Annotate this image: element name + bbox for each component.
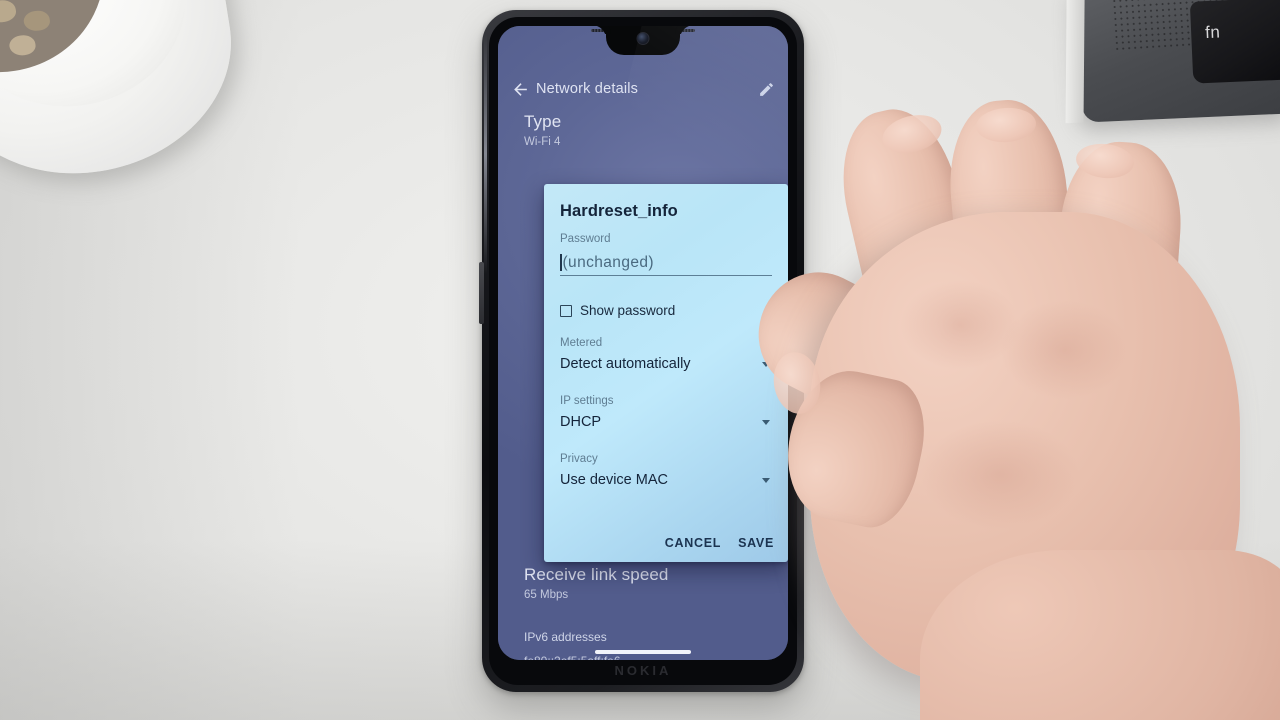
laptop-fn-key[interactable]: fn — [1189, 0, 1280, 84]
dialog-title: Hardreset_info — [560, 202, 678, 220]
password-label: Password — [560, 233, 611, 245]
show-password-checkbox[interactable] — [560, 304, 572, 317]
password-value: (unchanged) — [562, 253, 654, 271]
phone-brand-label: NOKIA — [614, 663, 672, 678]
knuckle-shadow — [1000, 300, 1130, 400]
laptop-edge — [1065, 0, 1085, 124]
setting-value: fe80::2ef5:5aff:fe6 — [524, 654, 774, 660]
setting-row-ipv6-addresses[interactable]: IPv6 addresses fe80::2ef5:5aff:fe6 — [524, 630, 774, 660]
fn-key-label: fn — [1204, 22, 1221, 43]
password-input[interactable]: (unchanged) — [560, 250, 772, 276]
ip-settings-dropdown[interactable]: DHCP — [560, 410, 772, 434]
setting-title: Receive link speed — [524, 565, 669, 584]
text-caret — [560, 254, 562, 271]
setting-value: Wi-Fi 4 — [524, 136, 561, 148]
cancel-button[interactable]: CANCEL — [665, 536, 721, 550]
setting-row-type[interactable]: Type Wi-Fi 4 — [524, 112, 774, 148]
chevron-down-icon — [762, 419, 770, 425]
edit-network-dialog[interactable]: Hardreset_info Password (unchanged) Show… — [544, 184, 788, 562]
ip-settings-label: IP settings — [560, 395, 614, 407]
page-title: Network details — [536, 81, 639, 97]
user-hand — [738, 95, 1280, 720]
metered-label: Metered — [560, 337, 603, 349]
knuckle-shadow — [920, 420, 1080, 530]
camera-notch — [606, 26, 680, 55]
power-button[interactable] — [479, 262, 484, 324]
save-button[interactable]: SAVE — [738, 536, 774, 550]
dialog-actions: CANCEL SAVE — [665, 536, 774, 550]
metered-value: Detect automatically — [560, 356, 691, 372]
setting-row-receive-link-speed[interactable]: Receive link speed 65 Mbps — [524, 565, 774, 601]
wrist — [920, 550, 1280, 720]
setting-title: Type — [524, 112, 562, 131]
back-arrow-icon — [513, 82, 527, 96]
plant-pot — [0, 0, 249, 194]
privacy-value: Use device MAC — [560, 472, 668, 488]
metered-dropdown[interactable]: Detect automatically — [560, 352, 772, 376]
setting-title: IPv6 addresses — [524, 630, 607, 644]
chevron-down-icon — [762, 477, 770, 483]
show-password-label: Show password — [580, 303, 676, 318]
app-toolbar: Network details — [498, 72, 788, 106]
gesture-navigation-bar[interactable] — [595, 650, 691, 654]
phone-device: NOKIA Network details Type Wi-Fi 4 Recei… — [479, 10, 804, 692]
pencil-edit-icon — [759, 82, 773, 96]
show-password-checkbox-row[interactable]: Show password — [560, 303, 772, 318]
privacy-label: Privacy — [560, 453, 598, 465]
setting-value: 65 Mbps — [524, 589, 569, 601]
edit-button[interactable] — [744, 81, 788, 98]
ip-settings-value: DHCP — [560, 414, 602, 430]
phone-edge-highlight — [484, 34, 487, 274]
front-camera-icon — [636, 32, 650, 45]
phone-screen[interactable]: Network details Type Wi-Fi 4 Receive lin… — [498, 26, 788, 660]
laptop: fn — [1065, 0, 1280, 124]
privacy-dropdown[interactable]: Use device MAC — [560, 468, 772, 492]
